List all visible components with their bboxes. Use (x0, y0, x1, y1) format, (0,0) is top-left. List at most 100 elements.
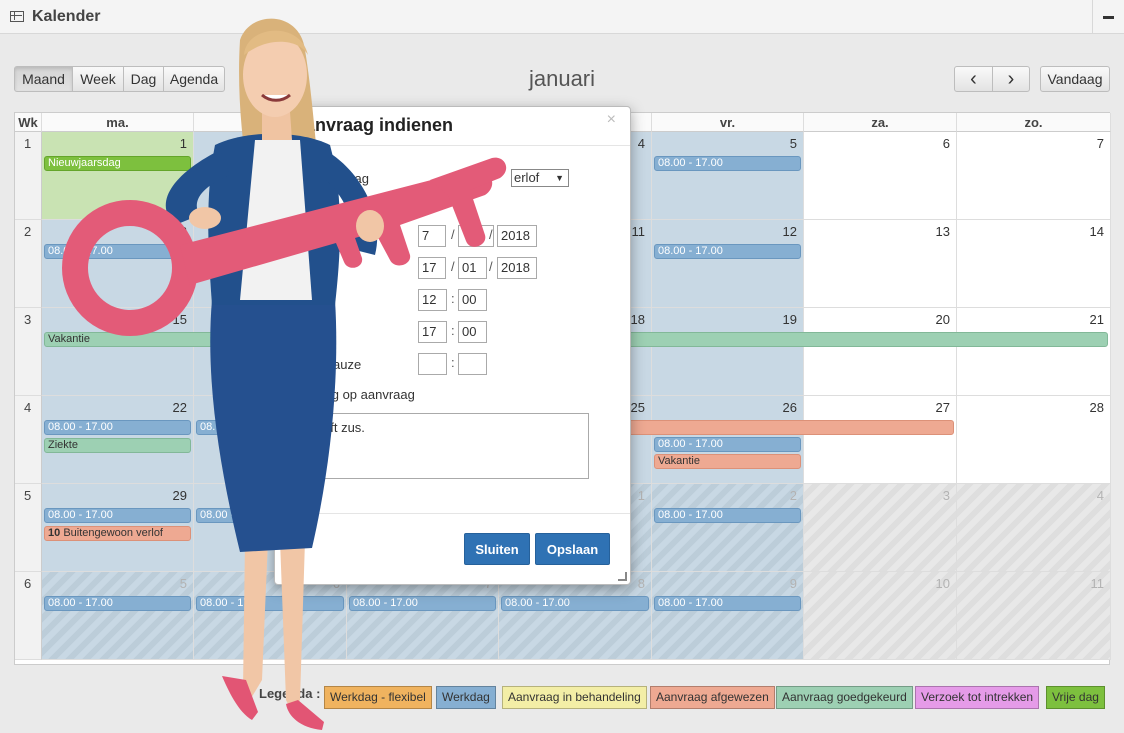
day-cell[interactable]: 13 (804, 220, 957, 308)
next-button[interactable]: › (992, 66, 1030, 92)
calendar-event[interactable]: 08.00 - 17. (196, 596, 344, 611)
week-number: 3 (15, 308, 42, 396)
legend-item: Aanvraag afgewezen (650, 686, 775, 709)
week-number: 6 (15, 572, 42, 660)
day-cell[interactable]: 1 (42, 132, 194, 220)
calendar-event[interactable]: 08.00 - 17.00 (44, 244, 191, 259)
day-number: 6 (942, 136, 950, 151)
end-day-input[interactable]: 17 (418, 257, 446, 279)
day-cell[interactable]: 9 (652, 572, 804, 660)
end-month-input[interactable]: 01 (458, 257, 487, 279)
chevron-right-icon: › (1007, 67, 1015, 90)
day-cell[interactable]: 7 (347, 572, 499, 660)
toelichting-textarea[interactable]: oft zus. (318, 413, 589, 479)
day-cell[interactable]: 28 (957, 396, 1111, 484)
calendar-event[interactable] (619, 420, 954, 435)
day-cell[interactable]: 14 (957, 220, 1111, 308)
calendar-event[interactable]: 08.00 - 17.00 (654, 596, 801, 611)
day-number: 4 (1096, 488, 1104, 503)
day-cell[interactable]: 8 (499, 572, 652, 660)
day-number: 11 (631, 224, 646, 239)
day-cell[interactable]: 21 (957, 308, 1111, 396)
modal-footer-divider (275, 513, 630, 514)
type-select[interactable]: erlof ▼ (511, 169, 569, 187)
modal-divider (275, 145, 630, 146)
day-cell[interactable]: 7 (957, 132, 1111, 220)
week-number: 5 (15, 484, 42, 572)
close-icon[interactable]: × (607, 111, 616, 129)
day-cell[interactable]: 6 (804, 132, 957, 220)
day-cell[interactable]: 10 (804, 572, 957, 660)
calendar-event[interactable]: 08.00 - 17.00 (654, 156, 801, 171)
close-button[interactable]: Sluiten (464, 533, 530, 565)
day-cell[interactable]: 20 (804, 308, 957, 396)
day-number: 29 (172, 488, 187, 503)
pauze-min-input[interactable] (458, 353, 487, 375)
day-header: vr. (652, 113, 804, 132)
day-cell[interactable]: 3 (804, 484, 957, 572)
calendar-event[interactable]: 08.00 - 17.00 (654, 244, 801, 259)
calendar-event[interactable]: 08.00 - 17.00 (44, 420, 191, 435)
resize-grip-icon[interactable] (618, 572, 627, 581)
day-cell[interactable]: 8 (42, 220, 194, 308)
date-sep: / (451, 259, 455, 274)
calendar-event[interactable]: Nieuwjaarsdag (44, 156, 191, 171)
end-year-input[interactable]: 2018 (497, 257, 537, 279)
day-number: 10 (935, 576, 950, 591)
day-number: 22 (172, 400, 187, 415)
start-hour-input[interactable]: 12 (418, 289, 447, 311)
week-col-header: Wk (15, 113, 42, 132)
legend-item: Aanvraag goedgekeurd (776, 686, 913, 709)
end-min-input[interactable]: 00 (458, 321, 487, 343)
time-sep: : (451, 323, 455, 338)
calendar-event[interactable]: Ziekte (44, 438, 191, 453)
type-select-value: erlof (514, 170, 540, 185)
day-number: 28 (1089, 400, 1104, 415)
day-cell[interactable]: 19 (652, 308, 804, 396)
pauze-hour-input[interactable] (418, 353, 447, 375)
caret-down-icon: ▼ (555, 173, 564, 183)
calendar-event[interactable]: 08.00 - 17.00 (349, 596, 496, 611)
day-number: 21 (1089, 312, 1104, 327)
calendar-event[interactable]: 08.00 - 17.00 (654, 508, 801, 523)
week-number: 2 (15, 220, 42, 308)
day-number: 4 (637, 136, 645, 151)
legend-item: Werkdag (436, 686, 496, 709)
start-time-label: id (317, 293, 328, 308)
calendar-event[interactable]: Vakantie (654, 454, 801, 469)
date-sep: / (451, 227, 455, 242)
day-cell[interactable]: 5 (42, 572, 194, 660)
day-cell[interactable]: 15 (42, 308, 194, 396)
day-header: ma. (42, 113, 194, 132)
day-cell[interactable]: 11 (957, 572, 1111, 660)
calendar-event[interactable]: 08.00 - 17.00 (44, 508, 191, 523)
calendar-event[interactable]: 10 Buitengewoon verlof (44, 526, 191, 541)
start-year-input[interactable]: 2018 (497, 225, 537, 247)
collapse-button[interactable] (1092, 0, 1124, 34)
prev-button[interactable]: ‹ (954, 66, 993, 92)
start-min-input[interactable]: 00 (458, 289, 487, 311)
chevron-left-icon: ‹ (970, 68, 977, 90)
day-cell[interactable]: 12 (652, 220, 804, 308)
end-hour-input[interactable]: 17 (418, 321, 447, 343)
start-day-input[interactable]: 7 (418, 225, 446, 247)
day-cell[interactable]: 4 (957, 484, 1111, 572)
day-cell[interactable]: 6 (194, 572, 347, 660)
pauze-label: auze (333, 357, 362, 372)
today-button[interactable]: Vandaag (1040, 66, 1110, 92)
panel-title: Kalender (32, 7, 101, 25)
save-button[interactable]: Opslaan (535, 533, 610, 565)
week-number: 4 (15, 396, 42, 484)
calendar-event[interactable]: 08.00 - 17.00 (501, 596, 649, 611)
toelichting-label: ting op aanvraag (318, 387, 415, 402)
request-modal: anvraag indienen × raag erlof ▼ 7 / / 201… (274, 106, 631, 585)
minus-icon (1103, 15, 1114, 19)
calendar-event[interactable]: 08.00 - 17.00 (44, 596, 191, 611)
day-cell[interactable]: 2 (652, 484, 804, 572)
event-count: 10 (48, 527, 61, 539)
day-cell[interactable]: 27 (804, 396, 957, 484)
legend-title: Legenda : (259, 686, 321, 701)
day-cell[interactable]: 5 (652, 132, 804, 220)
calendar-event[interactable]: 08.00 - 17.00 (654, 437, 801, 452)
day-number: 8 (637, 576, 645, 591)
